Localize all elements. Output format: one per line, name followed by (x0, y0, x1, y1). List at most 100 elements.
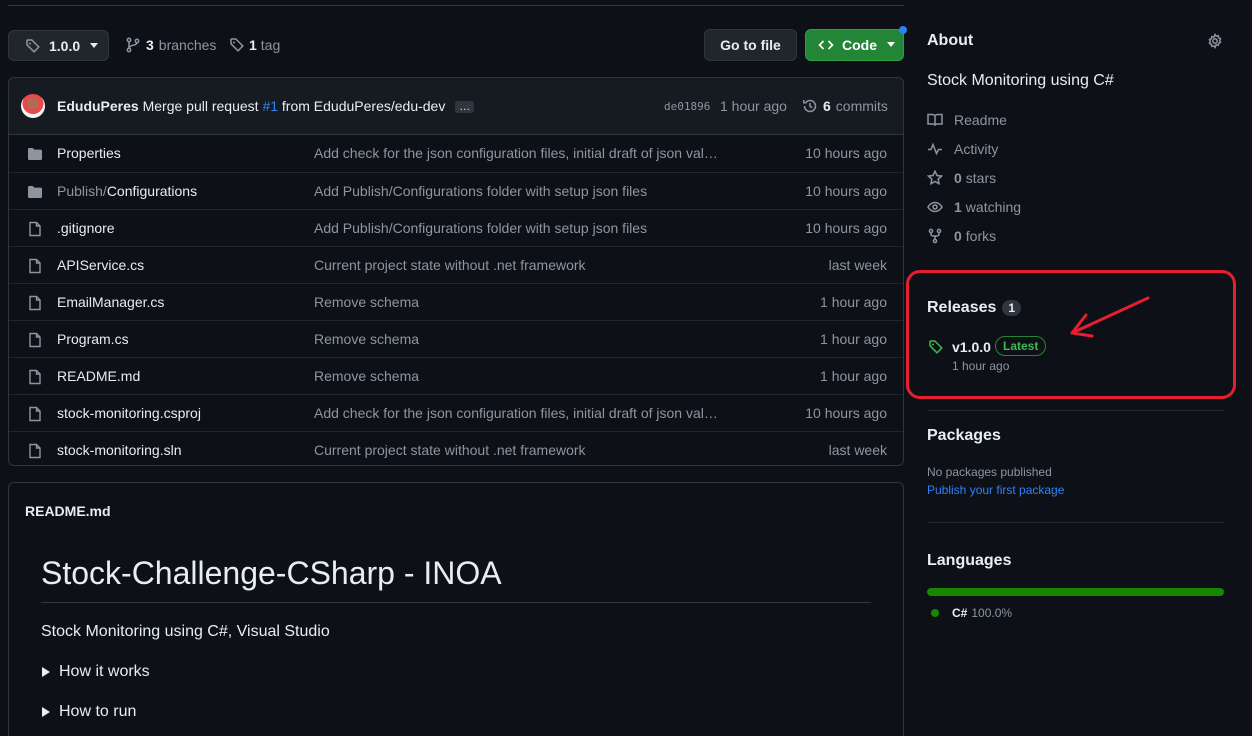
file-row[interactable]: APIService.cs Current project state witho… (9, 246, 903, 283)
readme-section-how-to-run[interactable]: How to run (41, 703, 136, 721)
branch-icon (125, 37, 141, 53)
commit-pr-link[interactable]: #1 (262, 98, 278, 114)
commit-author[interactable]: EduduPeres (57, 98, 139, 114)
file-name-text: Properties (57, 145, 121, 161)
readme-heading-divider (41, 602, 871, 603)
branches-count: 3 (146, 37, 154, 53)
readme-section-label: How it works (59, 663, 150, 680)
file-name-text: EmailManager.cs (57, 294, 165, 310)
language-percent: 100.0% (971, 606, 1013, 620)
file-name[interactable]: Publish/Configurations (57, 183, 197, 199)
folder-icon (27, 184, 43, 200)
forks-link[interactable]: 0 forks (927, 228, 996, 244)
readme-file-label[interactable]: README.md (25, 503, 111, 519)
language-color-dot (931, 609, 939, 617)
file-name[interactable]: Program.cs (57, 331, 129, 347)
packages-empty-text: No packages published (927, 465, 1052, 479)
forks-count: 0 (954, 228, 962, 244)
file-name[interactable]: .gitignore (57, 220, 115, 236)
stars-link[interactable]: 0 stars (927, 170, 996, 186)
readme-section-label: How to run (59, 703, 137, 720)
stars-count: 0 (954, 170, 962, 186)
file-commit-message[interactable]: Add check for the json configuration fil… (314, 405, 718, 421)
annotation-arrow (1070, 296, 1150, 338)
file-commit-date: 10 hours ago (805, 183, 887, 199)
commit-expand-button[interactable]: … (455, 101, 475, 114)
avatar[interactable] (21, 94, 45, 118)
commit-sha[interactable]: de01896 (664, 100, 710, 113)
file-name-text: Program.cs (57, 331, 129, 347)
file-commit-message[interactable]: Remove schema (314, 294, 419, 310)
file-row[interactable]: README.md Remove schema 1 hour ago (9, 357, 903, 394)
file-row[interactable]: EmailManager.cs Remove schema 1 hour ago (9, 283, 903, 320)
commit-time: 1 hour ago (720, 98, 787, 114)
file-commit-date: 10 hours ago (805, 220, 887, 236)
tags-link[interactable]: 1 tag (229, 37, 280, 53)
watching-count: 1 (954, 199, 962, 215)
file-icon (27, 443, 43, 459)
fork-icon (927, 228, 954, 244)
commits-link[interactable]: 6 commits (802, 98, 888, 114)
file-commit-message[interactable]: Add check for the json configuration fil… (314, 145, 718, 161)
go-to-file-button[interactable]: Go to file (704, 29, 797, 61)
file-row[interactable]: Properties Add check for the json configu… (9, 135, 903, 172)
code-label: Code (842, 37, 877, 53)
readme-panel: README.md Stock-Challenge-CSharp - INOA … (8, 482, 904, 736)
branches-link[interactable]: 3 branches (125, 37, 216, 53)
gear-icon[interactable] (1207, 33, 1223, 49)
file-row[interactable]: stock-monitoring.csproj Add check for the… (9, 394, 903, 431)
language-bar-csharp (927, 588, 1224, 596)
history-icon (802, 98, 818, 114)
readme-section-how-it-works[interactable]: How it works (41, 663, 150, 681)
caret-down-icon (90, 42, 99, 49)
file-name[interactable]: stock-monitoring.sln (57, 442, 182, 458)
activity-link[interactable]: Activity (927, 141, 998, 157)
stars-label: stars (965, 170, 997, 186)
tag-selector-label: 1.0.0 (49, 37, 81, 54)
file-icon (27, 369, 43, 385)
tag-icon (25, 38, 41, 54)
file-commit-date: 1 hour ago (820, 294, 887, 310)
file-commit-date: 10 hours ago (805, 145, 887, 161)
file-name[interactable]: APIService.cs (57, 257, 144, 273)
file-row[interactable]: stock-monitoring.sln Current project stat… (9, 431, 903, 465)
file-name[interactable]: README.md (57, 368, 140, 384)
readme-link[interactable]: Readme (927, 112, 1007, 128)
file-commit-message[interactable]: Add Publish/Configurations folder with s… (314, 183, 647, 199)
about-title: About (927, 32, 974, 49)
language-item-csharp[interactable]: C# 100.0% (931, 606, 1012, 620)
watching-link[interactable]: 1 watching (927, 199, 1021, 215)
file-name-text: .gitignore (57, 220, 115, 236)
notification-dot (899, 26, 907, 34)
commits-label: commits (835, 98, 888, 114)
language-name: C# (952, 606, 968, 620)
file-commit-message[interactable]: Remove schema (314, 331, 419, 347)
file-commit-message[interactable]: Remove schema (314, 368, 419, 384)
file-name[interactable]: EmailManager.cs (57, 294, 164, 310)
file-row[interactable]: Program.cs Remove schema 1 hour ago (9, 320, 903, 357)
publish-package-link[interactable]: Publish your first package (927, 483, 1064, 497)
file-commit-message[interactable]: Current project state without .net frame… (314, 442, 586, 458)
readme-heading: Stock-Challenge-CSharp - INOA (41, 555, 502, 591)
file-row[interactable]: Publish/Configurations Add Publish/Config… (9, 172, 903, 209)
file-commit-date: last week (828, 442, 887, 458)
file-commit-date: 10 hours ago (805, 405, 887, 421)
packages-title[interactable]: Packages (927, 427, 1001, 445)
file-commit-message[interactable]: Current project state without .net frame… (314, 257, 586, 273)
file-row[interactable]: .gitignore Add Publish/Configurations fol… (9, 209, 903, 246)
pulse-icon (927, 141, 954, 157)
about-description: Stock Monitoring using C# (927, 72, 1114, 89)
file-icon (27, 258, 43, 274)
file-icon (27, 406, 43, 422)
file-name[interactable]: stock-monitoring.csproj (57, 405, 201, 421)
code-button[interactable]: Code (805, 29, 904, 61)
commit-message-suffix[interactable]: from EduduPeres/edu-dev (282, 98, 445, 114)
commit-message-prefix[interactable]: Merge pull request (143, 98, 259, 114)
folder-icon (27, 146, 43, 162)
code-icon (818, 37, 834, 53)
tag-selector-button[interactable]: 1.0.0 (8, 30, 109, 61)
file-name[interactable]: Properties (57, 145, 121, 161)
branches-label: branches (158, 37, 217, 53)
file-icon (27, 221, 43, 237)
file-commit-message[interactable]: Add Publish/Configurations folder with s… (314, 220, 647, 236)
